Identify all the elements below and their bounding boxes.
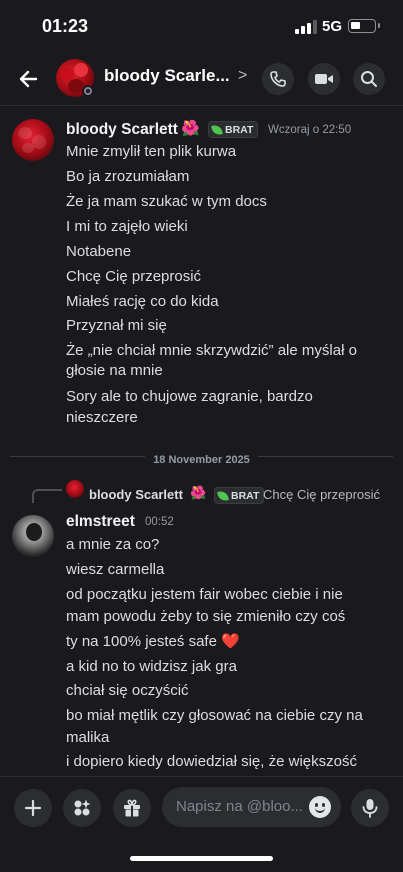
- message-timestamp: 00:52: [145, 516, 174, 528]
- reply-preview[interactable]: Chcę Cię przeprosić: [263, 487, 380, 502]
- chat-header: bloody Scarle... >: [0, 52, 403, 106]
- search-icon: [361, 71, 377, 87]
- back-arrow-icon[interactable]: [16, 66, 42, 92]
- voice-button[interactable]: [351, 789, 389, 827]
- message-composer: Napisz na @bloo...: [0, 776, 403, 836]
- reply-avatar: [66, 480, 84, 498]
- brat-tag: BRAT: [214, 487, 265, 504]
- author-avatar[interactable]: [12, 119, 54, 161]
- flower-emoji: 🌺: [190, 485, 207, 500]
- author-name[interactable]: bloody Scarlett: [66, 121, 178, 139]
- message-line: wiesz carmella: [66, 561, 165, 578]
- status-time: 01:23: [42, 16, 89, 36]
- message-line: I mi to zajęło wieki: [66, 218, 188, 235]
- message-line: Miałeś rację co do kida: [66, 293, 219, 310]
- emoji-icon[interactable]: [309, 796, 331, 818]
- flower-emoji: 🌺: [181, 120, 200, 137]
- header-title[interactable]: bloody Scarle...: [104, 66, 230, 86]
- message-line: Mnie zmylił ten plik kurwa: [66, 143, 237, 160]
- chevron-right-icon[interactable]: >: [238, 67, 247, 85]
- message-line: Że ja mam szukać w tym docs: [66, 193, 267, 210]
- video-button[interactable]: [308, 63, 340, 95]
- video-icon: [315, 74, 333, 84]
- leaf-icon: [211, 123, 223, 136]
- apps-icon: [74, 799, 91, 816]
- date-divider-label: 18 November 2025: [0, 450, 403, 468]
- reply-connector: [32, 489, 62, 503]
- message-line: mam powodu żeby to się zmieniło czy coś: [66, 608, 346, 625]
- message-line: Sory ale to chujowe zagranie, bardzo: [66, 388, 313, 405]
- battery-icon: [348, 19, 380, 33]
- status-indicator-icon: [82, 85, 94, 97]
- message-line: i dopiero kiedy dowiedział się, że więks…: [66, 753, 357, 770]
- message-line: Notabene: [66, 243, 132, 260]
- message-line: a kid no to widzisz jak gra: [66, 658, 237, 675]
- call-button[interactable]: [262, 63, 294, 95]
- search-button[interactable]: [353, 63, 385, 95]
- network-label: 5G: [322, 18, 343, 35]
- brat-tag: BRAT: [208, 121, 259, 138]
- message-timestamp: Wczoraj o 22:50: [268, 124, 352, 136]
- message-line: od początku jestem fair wobec ciebie i n…: [66, 586, 343, 603]
- message-line: nieszczere: [66, 409, 138, 426]
- gift-button[interactable]: [113, 789, 151, 827]
- leaf-icon: [217, 489, 229, 502]
- author-avatar[interactable]: [12, 515, 54, 557]
- apps-button[interactable]: [63, 789, 101, 827]
- message-line: bo miał mętlik czy głosować na ciebie cz…: [66, 707, 363, 724]
- attach-button[interactable]: [14, 789, 52, 827]
- home-indicator[interactable]: [130, 856, 273, 861]
- message-line: a mnie za co?: [66, 536, 160, 553]
- status-bar: 01:23 5G: [0, 0, 403, 52]
- message-input-placeholder: Napisz na @bloo...: [176, 798, 303, 815]
- message-input[interactable]: Napisz na @bloo...: [162, 787, 341, 827]
- message-line: Że „nie chciał mnie skrzywdzić” ale myśl…: [66, 342, 357, 359]
- message-list[interactable]: bloody Scarlett 🌺 BRAT Wczoraj o 22:50 M…: [0, 107, 403, 775]
- message-line: Chcę Cię przeprosić: [66, 268, 202, 285]
- message-line: ty na 100% jesteś safe ❤️: [66, 633, 240, 650]
- message-line: Przyznał mi się: [66, 317, 167, 334]
- mic-icon: [362, 799, 378, 818]
- tag-label: BRAT: [225, 123, 254, 136]
- message-line: głosie na mnie: [66, 362, 163, 379]
- message-line: malika: [66, 729, 110, 746]
- author-name[interactable]: elmstreet: [66, 513, 135, 531]
- signal-icon: [295, 20, 317, 34]
- message-line: Bo ja zrozumiałam: [66, 168, 190, 185]
- message-line: chciał się oczyścić: [66, 682, 189, 699]
- phone-icon: [270, 71, 286, 87]
- reply-author[interactable]: bloody Scarlett: [89, 487, 183, 502]
- plus-icon: [24, 799, 42, 817]
- tag-label: BRAT: [231, 489, 260, 502]
- gift-icon: [124, 799, 140, 817]
